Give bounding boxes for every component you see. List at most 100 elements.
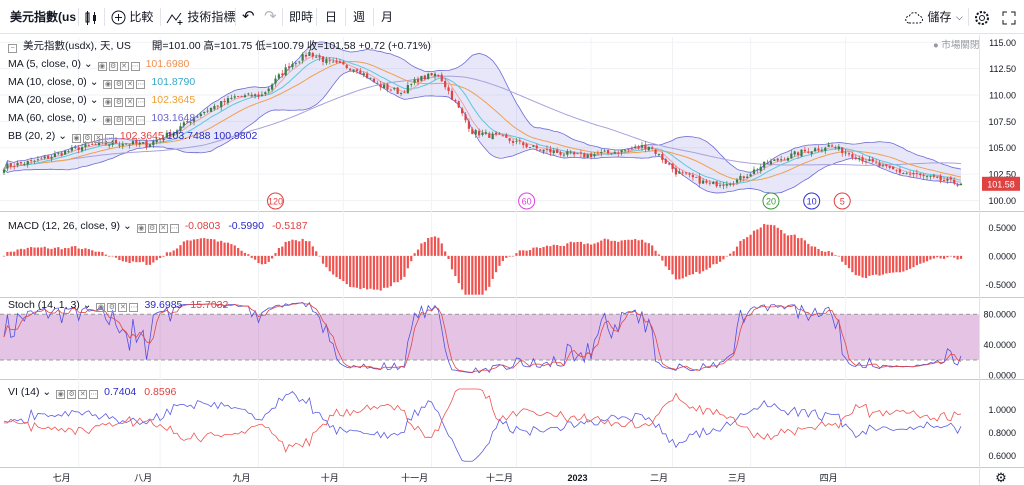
settings-icon[interactable]: ⚙ <box>114 116 124 125</box>
remove-icon[interactable]: ✕ <box>119 62 129 71</box>
macd-histogram-bar <box>471 255 474 295</box>
candle-body <box>410 83 413 85</box>
macd-histogram-bar <box>145 255 148 265</box>
remove-icon[interactable]: ✕ <box>78 390 88 399</box>
undo-icon[interactable]: ↶ <box>242 0 255 34</box>
macd-histogram-bar <box>854 255 857 276</box>
macd-histogram-bar <box>267 255 270 262</box>
more-icon[interactable]: ⋯ <box>136 80 146 89</box>
macd-histogram-bar <box>817 248 820 256</box>
price-tick-label: 112.50 <box>989 64 1016 74</box>
macd-histogram-bar <box>576 241 579 256</box>
macd-histogram-bar <box>885 255 888 274</box>
indicators-button[interactable]: 技術指標 <box>166 0 235 34</box>
candle-body <box>467 121 471 129</box>
macd-histogram-bar <box>413 253 416 256</box>
interval-day-button[interactable]: 日 <box>325 0 337 34</box>
symbol-search-button[interactable]: 美元指數(us <box>10 0 76 34</box>
more-icon[interactable]: ⋯ <box>129 303 139 312</box>
interval-realtime-button[interactable]: 即時 <box>289 0 313 34</box>
more-icon[interactable]: ⋯ <box>130 62 140 71</box>
candle-body <box>946 178 949 181</box>
macd-histogram-bar <box>813 246 817 256</box>
macd-histogram-bar <box>661 255 664 261</box>
candle-body <box>284 67 287 76</box>
macd-histogram-bar <box>681 255 684 279</box>
save-dropdown-chevron-icon[interactable]: ⌵ <box>956 0 963 34</box>
candle-body <box>786 158 790 161</box>
settings-icon[interactable]: ⚙ <box>108 62 118 71</box>
settings-icon[interactable]: ⚙ <box>114 80 124 89</box>
eye-icon[interactable]: ◉ <box>96 303 106 312</box>
candle-body <box>416 78 420 82</box>
macd-histogram-bar <box>498 255 501 266</box>
remove-icon[interactable]: ✕ <box>118 303 128 312</box>
eye-icon[interactable]: ◉ <box>103 116 113 125</box>
remove-icon[interactable]: ✕ <box>125 98 135 107</box>
eye-icon[interactable]: ◉ <box>103 80 113 89</box>
settings-icon[interactable]: ⚙ <box>67 390 77 399</box>
compare-button[interactable]: 比較 <box>111 0 153 34</box>
macd-histogram-bar <box>912 255 915 268</box>
candle-body <box>691 174 695 178</box>
eye-icon[interactable]: ◉ <box>97 62 107 71</box>
candle-body <box>267 88 270 92</box>
more-icon[interactable]: ⋯ <box>169 224 179 233</box>
eye-icon[interactable]: ◉ <box>103 98 113 107</box>
time-axis-label: 十月 <box>321 472 339 483</box>
macd-histogram-bar <box>36 247 40 256</box>
candle-body <box>813 148 817 152</box>
macd-histogram-bar <box>77 248 80 256</box>
stoch-tick-label: 40.0000 <box>983 340 1016 350</box>
more-icon[interactable]: ⋯ <box>89 390 99 399</box>
candle-body <box>74 146 77 148</box>
macd-histogram-bar <box>135 255 138 263</box>
candle-body <box>342 61 345 65</box>
candle-body <box>712 181 715 185</box>
candle-body <box>433 73 437 77</box>
toolbar-divider <box>345 8 346 26</box>
settings-icon[interactable]: ⚙ <box>107 303 117 312</box>
settings-icon[interactable]: ⚙ <box>82 134 92 143</box>
interval-month-button[interactable]: 月 <box>381 0 393 34</box>
candle-body <box>203 111 206 114</box>
remove-icon[interactable]: ✕ <box>125 116 135 125</box>
eye-icon[interactable]: ◉ <box>136 224 146 233</box>
macd-histogram-bar <box>223 242 226 256</box>
macd-histogram-bar <box>488 255 491 287</box>
more-icon[interactable]: ⋯ <box>104 134 114 143</box>
settings-gear-icon[interactable] <box>974 0 990 34</box>
ma10-label: MA (10, close, 0) <box>8 76 87 88</box>
macd-histogram-bar <box>162 255 165 257</box>
more-icon[interactable]: ⋯ <box>136 98 146 107</box>
vi-label: VI (14) <box>8 386 40 398</box>
macd-histogram-bar <box>94 251 97 256</box>
toolbar-divider <box>316 8 317 26</box>
remove-icon[interactable]: ✕ <box>158 224 168 233</box>
candle-style-icon[interactable] <box>84 0 98 34</box>
candle-body <box>864 161 868 163</box>
eye-icon[interactable]: ◉ <box>71 134 81 143</box>
settings-icon[interactable]: ⚙ <box>147 224 157 233</box>
save-button[interactable]: 儲存 <box>904 0 951 34</box>
collapse-pane-icon[interactable]: − <box>8 44 17 53</box>
remove-icon[interactable]: ✕ <box>93 134 103 143</box>
candle-body <box>647 146 650 151</box>
redo-icon[interactable]: ↷ <box>264 0 277 34</box>
fullscreen-icon[interactable] <box>1002 0 1016 34</box>
eye-icon[interactable]: ◉ <box>56 390 66 399</box>
macd-histogram-bar <box>270 255 274 259</box>
candle-body <box>13 166 16 167</box>
more-icon[interactable]: ⋯ <box>136 116 146 125</box>
candle-body <box>440 74 443 82</box>
settings-icon[interactable]: ⚙ <box>114 98 124 107</box>
macd-histogram-bar <box>949 255 952 257</box>
remove-icon[interactable]: ✕ <box>125 80 135 89</box>
candle-body <box>854 157 857 160</box>
candle-body <box>270 84 274 90</box>
candle-body <box>657 154 661 156</box>
candle-body <box>678 171 681 174</box>
interval-week-button[interactable]: 週 <box>353 0 365 34</box>
macd-histogram-bar <box>196 239 199 256</box>
ma5-value: 101.6980 <box>145 58 190 70</box>
